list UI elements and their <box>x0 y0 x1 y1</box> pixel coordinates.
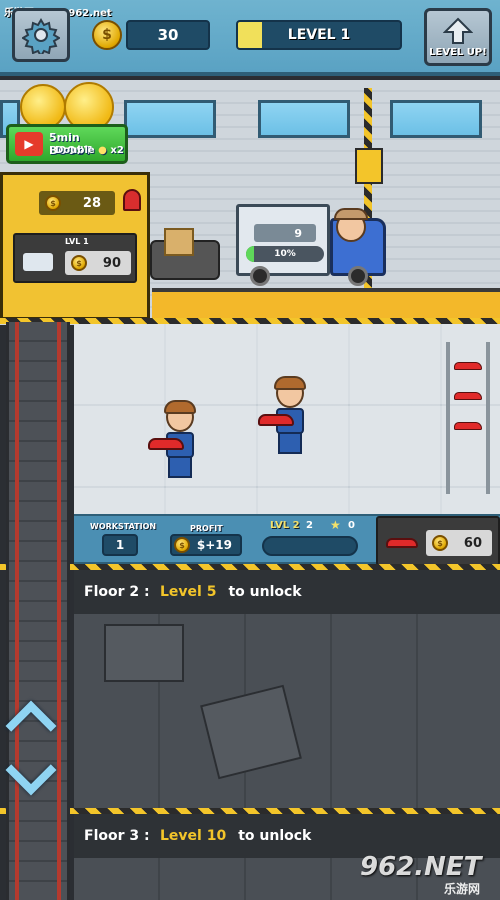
workstation-value: 1 <box>102 534 138 556</box>
locked-crate <box>104 624 184 682</box>
coin-icon: $ <box>92 20 122 50</box>
delivery-truck[interactable]: $ 9 10% <box>236 204 388 286</box>
worker[interactable] <box>148 400 202 482</box>
warehouse-panel: LVL 1 90 $ <box>13 233 137 283</box>
floor-name: Floor 2 : <box>84 584 150 600</box>
profit-label: PROFIT <box>190 524 223 533</box>
wheel <box>250 266 270 286</box>
loading-dock <box>152 288 500 322</box>
elevator-shaft <box>6 322 70 900</box>
level-up-button[interactable]: LEVEL UP! <box>424 8 492 66</box>
car-icon <box>258 414 294 426</box>
driver-cap <box>334 208 368 220</box>
worker[interactable] <box>258 376 312 458</box>
car-icon <box>386 538 418 548</box>
star-icon: ★ <box>330 518 341 532</box>
unlock-suffix: to unlock <box>228 584 302 600</box>
car-icon <box>454 392 482 400</box>
window <box>390 100 482 138</box>
window <box>124 100 216 138</box>
coin-icon: $ <box>71 255 87 271</box>
warehouse-machine[interactable]: 28 $ LVL 1 90 $ <box>0 172 150 320</box>
crate <box>164 228 194 256</box>
alarm-icon <box>123 189 141 211</box>
unlock-suffix: to unlock <box>238 828 312 844</box>
coin-icon: $ <box>432 535 448 551</box>
gear-icon <box>22 18 60 54</box>
settings-button[interactable] <box>12 8 70 62</box>
worker-count: 2 <box>306 520 313 531</box>
car-icon <box>454 422 482 430</box>
floor-level-label: LVL 2 <box>270 520 300 531</box>
warehouse-level: LVL 1 <box>65 237 89 246</box>
star-count: 0 <box>348 520 355 531</box>
car-rack <box>446 342 490 494</box>
worker-legs <box>278 432 302 454</box>
worker-legs <box>168 456 192 478</box>
top-hud: 乐游网 www.962.net $ 30 LEVEL 1 LEVEL UP! <box>0 0 500 76</box>
car-icon <box>454 362 482 370</box>
arrow-up-icon <box>443 17 473 44</box>
car-icon <box>148 438 184 450</box>
level-up-label: LEVEL UP! <box>429 46 487 58</box>
worker-hair <box>164 400 196 414</box>
level-label: LEVEL 1 <box>287 27 351 43</box>
scroll-up-button[interactable] <box>5 698 57 752</box>
sell-panel[interactable]: 60 $ <box>376 516 500 566</box>
boost-double-label: Double <box>55 145 95 156</box>
scroll-down-button[interactable] <box>5 744 57 798</box>
wheel <box>348 266 368 286</box>
truck-progress-bar: 10% <box>246 246 324 262</box>
window <box>258 100 350 138</box>
watermark-sub: 乐游网 <box>444 882 481 896</box>
level-progress-bar: LEVEL 1 <box>236 20 402 50</box>
workstation-label: WORKSTATION <box>90 522 157 531</box>
truck-progress-label: 10% <box>274 249 296 259</box>
coin-counter: 30 <box>126 20 210 50</box>
floor-1-info-bar: WORKSTATION 1 PROFIT $+19 $ LVL 2 2 ★ 0 … <box>74 514 500 566</box>
alarm-box <box>355 148 383 184</box>
shaft-rail <box>15 322 19 900</box>
coin-icon: ● <box>98 145 107 156</box>
floor-level-bar[interactable] <box>262 536 358 556</box>
worker-hair <box>274 376 306 390</box>
unlock-level: Level 5 <box>160 584 217 600</box>
coin-icon: $ <box>45 195 61 211</box>
floor-2-lock-banner: Floor 2 : Level 5 to unlock <box>74 570 500 614</box>
locked-crate <box>200 684 302 780</box>
boost-button[interactable]: ▶ 5min BOOST Double ● x2 <box>6 124 128 164</box>
play-icon: ▶ <box>15 132 43 156</box>
floor-2-area <box>74 614 500 808</box>
boost-multiplier: x2 <box>110 145 124 156</box>
unlock-level: Level 10 <box>160 828 227 844</box>
floor-name: Floor 3 : <box>84 828 150 844</box>
coin-icon: $ <box>174 537 190 553</box>
shaft-rail <box>57 322 61 900</box>
truck-load-count: 9 <box>254 224 316 242</box>
truck-icon <box>23 253 53 271</box>
boost-subtitle: Double ● x2 <box>55 145 124 156</box>
